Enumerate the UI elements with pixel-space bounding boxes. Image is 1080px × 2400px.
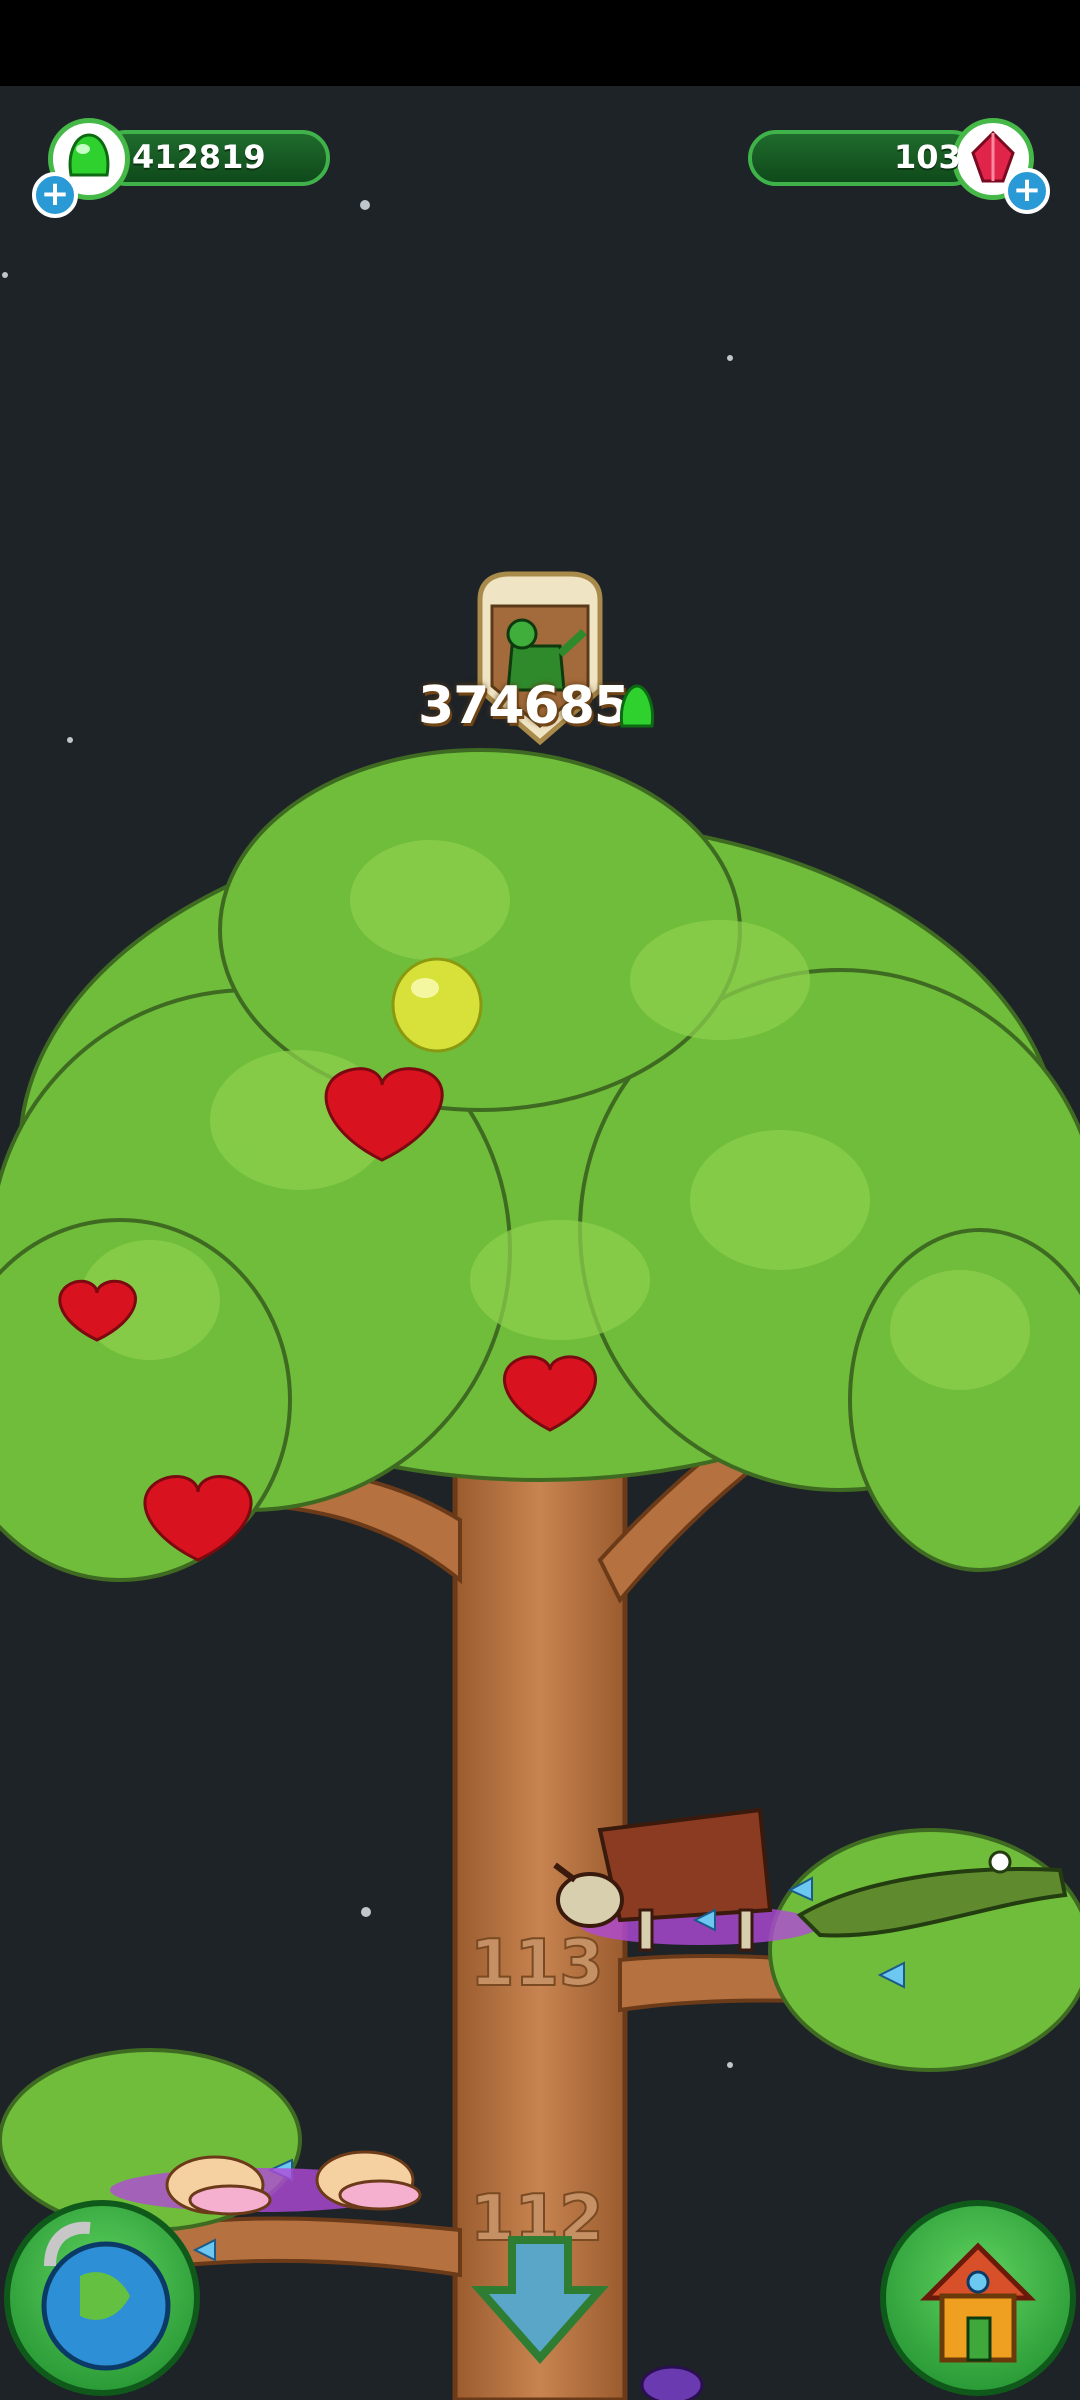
crystal-count: 103	[894, 138, 961, 176]
green-gem-icon	[614, 682, 660, 732]
watering-cost: 374685	[418, 676, 630, 736]
snail[interactable]	[315, 2150, 422, 2211]
home-button[interactable]	[880, 2200, 1076, 2396]
animal-layer	[110, 1807, 1068, 2400]
crocodile[interactable]	[796, 1850, 1068, 1938]
house-icon	[919, 2242, 1037, 2363]
scroll-down-button[interactable]	[470, 2230, 610, 2370]
gem-count: 412819	[132, 138, 266, 176]
down-arrow-icon	[471, 2236, 609, 2365]
world-map-button[interactable]	[4, 2200, 200, 2396]
add-crystals-button[interactable]: +	[1004, 168, 1050, 214]
globe-icon	[41, 2221, 171, 2371]
game-screen: 113 112 412819 + 103 + 374685	[0, 0, 1080, 2400]
add-gems-button[interactable]: +	[32, 172, 78, 218]
purple-creature[interactable]	[640, 2365, 704, 2400]
